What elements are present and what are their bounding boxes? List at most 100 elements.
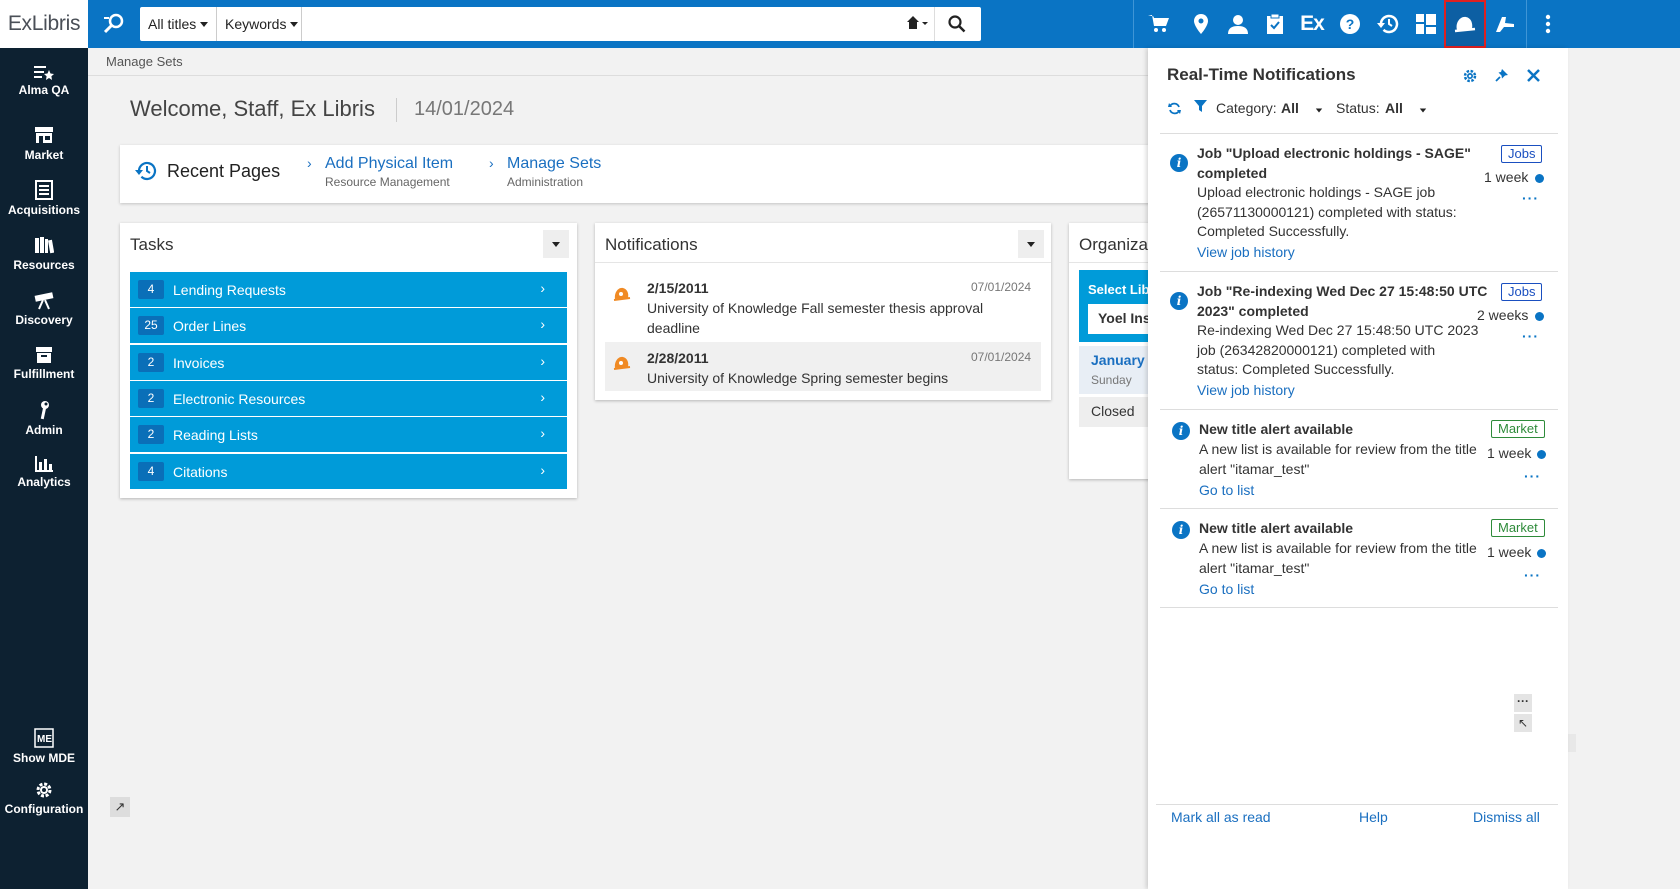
task-count: 4 bbox=[138, 280, 164, 299]
rtn-entry[interactable]: i New title alert available A new list i… bbox=[1160, 509, 1558, 608]
info-icon: i bbox=[1170, 154, 1188, 172]
search-field-dropdown[interactable]: Keywords bbox=[217, 7, 302, 41]
sidebar-item-label: Fulfillment bbox=[13, 367, 75, 381]
unread-dot[interactable] bbox=[1537, 450, 1546, 459]
rtn-entry[interactable]: i New title alert available A new list i… bbox=[1160, 410, 1558, 509]
sidebar-item-analytics[interactable]: Analytics bbox=[0, 456, 88, 489]
pin-icon[interactable] bbox=[1495, 68, 1509, 82]
exlibris-logo[interactable]: Ex Libris bbox=[0, 0, 88, 48]
unread-dot[interactable] bbox=[1535, 174, 1544, 183]
refresh-icon[interactable] bbox=[1168, 102, 1181, 115]
task-row[interactable]: 25 Order Lines › bbox=[130, 308, 567, 343]
chevron-right-icon: › bbox=[540, 280, 545, 296]
sidebar-item-label: Configuration bbox=[4, 802, 84, 816]
realtime-notifications-button[interactable] bbox=[1444, 0, 1486, 48]
task-label: Electronic Resources bbox=[173, 391, 306, 407]
sidebar-item-resources[interactable]: Resources bbox=[0, 235, 88, 272]
sidebar-item-label: Market bbox=[24, 148, 64, 162]
home-scope-dropdown[interactable] bbox=[906, 15, 928, 36]
notification-item[interactable]: 2/15/2011 07/01/2024 University of Knowl… bbox=[605, 273, 1041, 339]
tasks-button[interactable] bbox=[1256, 0, 1294, 48]
go-to-list-link[interactable]: Go to list bbox=[1199, 482, 1254, 498]
sidebar-item-show-mde[interactable]: ME Show MDE bbox=[0, 728, 88, 765]
view-job-history-link[interactable]: View job history bbox=[1197, 382, 1295, 398]
gear-icon[interactable] bbox=[1463, 69, 1477, 83]
user-button[interactable] bbox=[1219, 0, 1257, 48]
card-divider bbox=[595, 262, 1051, 263]
sidebar-item-acquisitions[interactable]: Acquisitions bbox=[0, 180, 88, 217]
more-horizontal-icon[interactable]: ··· bbox=[1524, 468, 1541, 484]
sidebar-item-label: Analytics bbox=[17, 475, 71, 489]
notification-bell-icon bbox=[613, 356, 631, 370]
notification-item[interactable]: 2/28/2011 07/01/2024 University of Knowl… bbox=[605, 342, 1041, 391]
location-button[interactable] bbox=[1182, 0, 1220, 48]
task-row[interactable]: 4 Lending Requests › bbox=[130, 272, 567, 307]
recent-page-label: Add Physical Item bbox=[325, 155, 454, 172]
sidebar-item-admin[interactable]: Admin bbox=[0, 400, 88, 437]
more-horizontal-icon[interactable]: ··· bbox=[1524, 567, 1541, 583]
expand-icon[interactable]: ↗ bbox=[110, 797, 130, 817]
recent-pages-title: Recent Pages bbox=[167, 161, 281, 181]
wrench-icon bbox=[40, 401, 49, 420]
search-button[interactable] bbox=[948, 15, 966, 38]
sidebar-item-fulfillment[interactable]: Fulfillment bbox=[0, 346, 88, 381]
sidebar-item-alma-qa[interactable]: Alma QA bbox=[0, 64, 88, 97]
chevron-down-icon bbox=[200, 21, 209, 27]
chevron-down-icon bbox=[552, 241, 560, 247]
calendar-weekday: Sunday bbox=[1091, 373, 1132, 387]
sidebar-item-discovery[interactable]: Discovery bbox=[0, 290, 88, 327]
arrow-up-left-icon[interactable]: ↖ bbox=[1514, 714, 1532, 732]
entry-title: Job "Upload electronic holdings - SAGE" bbox=[1197, 145, 1471, 161]
view-job-history-link[interactable]: View job history bbox=[1197, 244, 1295, 260]
launch-button[interactable] bbox=[1486, 0, 1524, 48]
rtn-entry[interactable]: i Job "Upload electronic holdings - SAGE… bbox=[1160, 134, 1558, 272]
sidebar-item-configuration[interactable]: Configuration bbox=[0, 781, 88, 816]
search-scope-dropdown[interactable]: All titles bbox=[140, 7, 217, 41]
more-horizontal-icon[interactable]: ··· bbox=[1522, 328, 1539, 344]
go-to-list-link[interactable]: Go to list bbox=[1199, 581, 1254, 597]
task-row[interactable]: 4 Citations › bbox=[130, 454, 567, 489]
unread-dot[interactable] bbox=[1535, 312, 1544, 321]
entry-body: status: Completed Successfully. bbox=[1197, 361, 1395, 377]
entry-body: alert "itamar_test" bbox=[1199, 460, 1310, 477]
entry-title: New title alert available bbox=[1199, 421, 1354, 437]
recent-pages-bar: Recent Pages › Add Physical Item Resourc… bbox=[120, 145, 1160, 203]
panel-divider bbox=[1156, 804, 1558, 805]
exlibris-button[interactable]: Ex bbox=[1293, 0, 1331, 48]
calendar-month: January bbox=[1091, 352, 1145, 368]
dismiss-all-link[interactable]: Dismiss all bbox=[1473, 809, 1540, 825]
chevron-down-icon bbox=[1027, 241, 1035, 247]
mark-all-read-link[interactable]: Mark all as read bbox=[1171, 809, 1271, 825]
unread-dot[interactable] bbox=[1537, 549, 1546, 558]
status-filter-dropdown[interactable]: All bbox=[1385, 100, 1427, 116]
notifications-menu-button[interactable] bbox=[1018, 230, 1044, 258]
history-button[interactable] bbox=[1369, 0, 1407, 48]
task-label: Reading Lists bbox=[173, 427, 258, 443]
entry-age: 1 week bbox=[1487, 445, 1532, 461]
help-button[interactable]: ? bbox=[1331, 0, 1369, 48]
close-icon[interactable] bbox=[1527, 69, 1540, 82]
more-options-button[interactable] bbox=[1530, 0, 1566, 48]
persistent-search-icon[interactable] bbox=[102, 12, 126, 41]
home-icon bbox=[907, 16, 928, 29]
search-scope-value: All titles bbox=[148, 16, 197, 32]
sidebar-item-market[interactable]: Market bbox=[0, 125, 88, 162]
menu-star-icon bbox=[34, 66, 54, 80]
mde-icon: ME bbox=[34, 728, 54, 748]
search-input[interactable] bbox=[304, 10, 899, 38]
basket-button[interactable] bbox=[1140, 0, 1178, 48]
chevron-down-icon bbox=[1419, 108, 1427, 113]
task-row[interactable]: 2 Electronic Resources › bbox=[130, 381, 567, 416]
chevron-down-icon bbox=[290, 21, 299, 27]
rtn-entry[interactable]: i Job "Re-indexing Wed Dec 27 15:48:50 U… bbox=[1160, 272, 1558, 410]
widgets-button[interactable] bbox=[1407, 0, 1445, 48]
notification-date: 2/15/2011 bbox=[647, 280, 709, 296]
help-link[interactable]: Help bbox=[1359, 809, 1388, 825]
notification-posted: 07/01/2024 bbox=[971, 350, 1032, 364]
category-filter-dropdown[interactable]: All bbox=[1281, 100, 1323, 116]
task-row[interactable]: 2 Reading Lists › bbox=[130, 417, 567, 452]
tasks-menu-button[interactable] bbox=[543, 230, 569, 258]
task-row[interactable]: 2 Invoices › bbox=[130, 345, 567, 380]
more-horizontal-icon[interactable]: ··· bbox=[1522, 190, 1539, 206]
more-horizontal-icon[interactable]: ··· bbox=[1514, 694, 1532, 712]
